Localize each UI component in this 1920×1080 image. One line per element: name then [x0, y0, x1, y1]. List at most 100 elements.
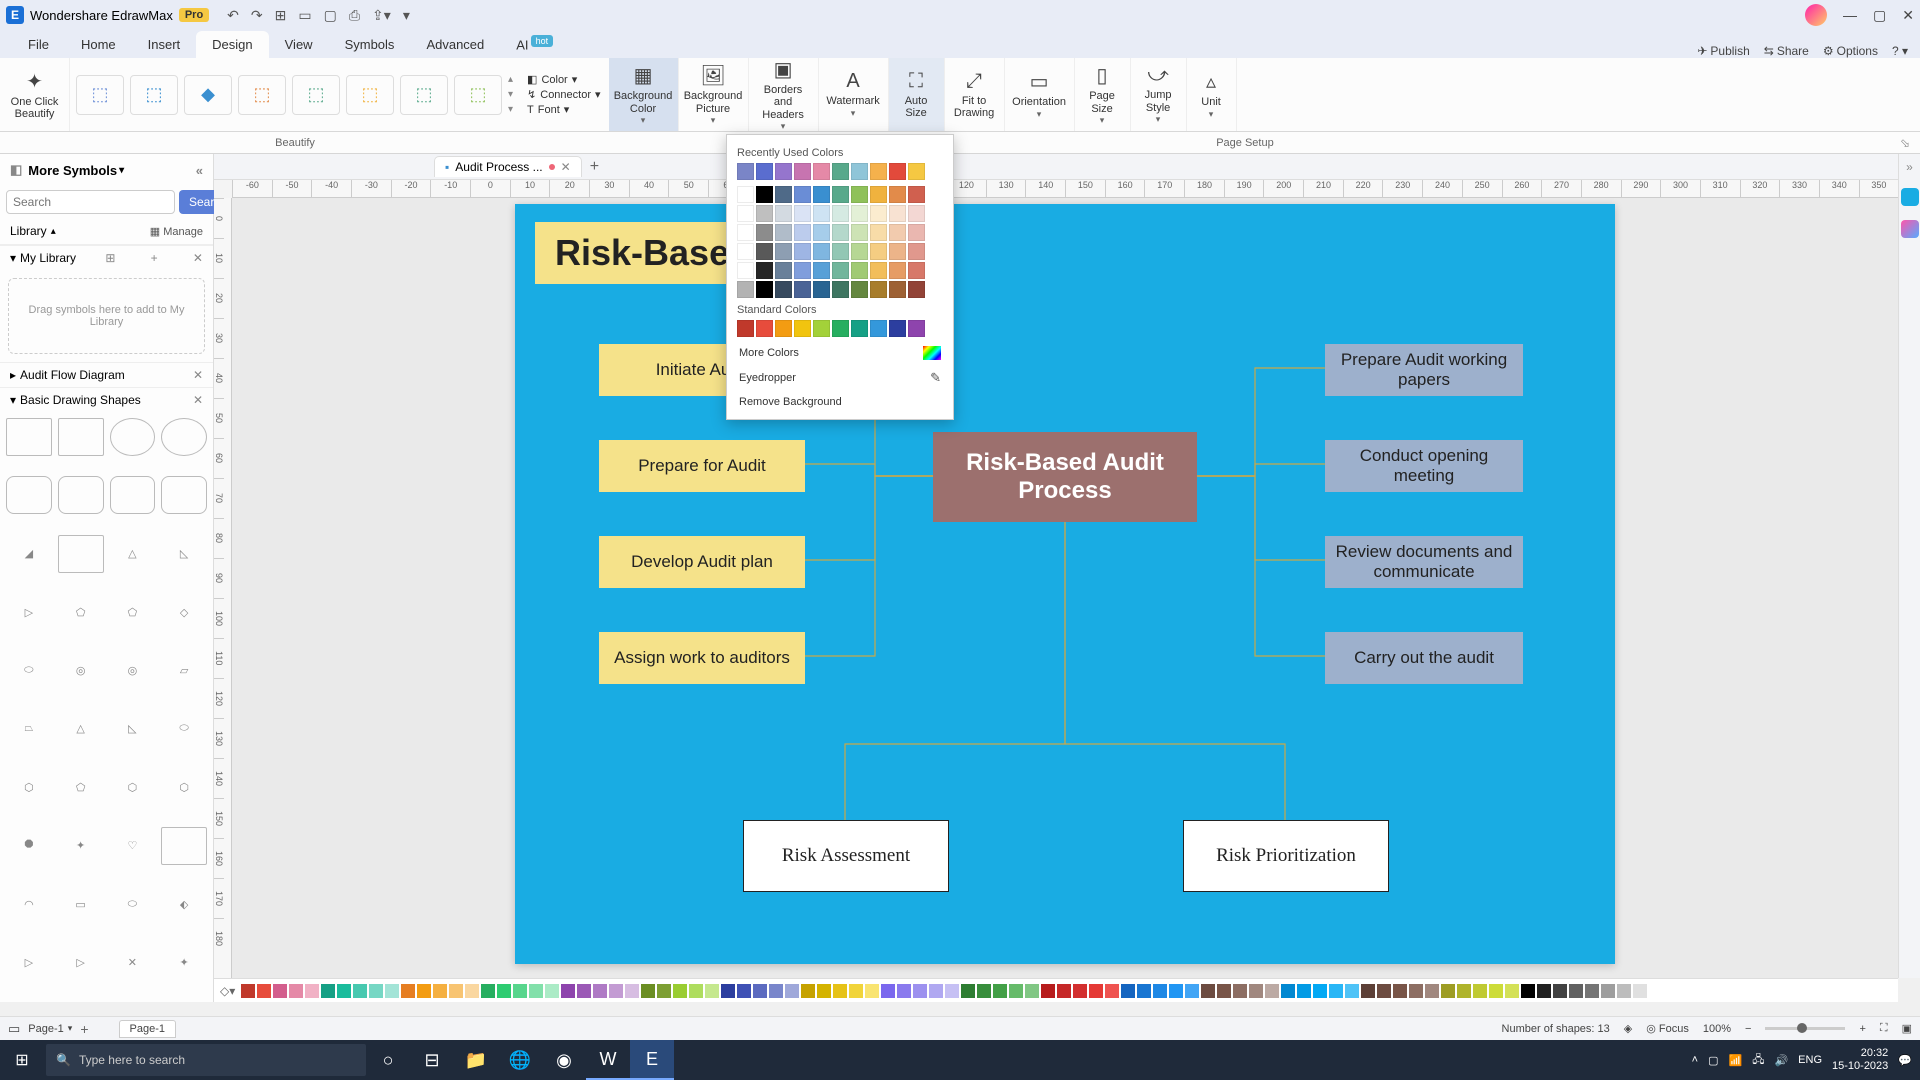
palette-swatch[interactable] — [1489, 984, 1503, 998]
palette-swatch[interactable] — [545, 984, 559, 998]
color-swatch[interactable] — [851, 243, 868, 260]
panel-collapse-icon[interactable]: ◧ — [10, 162, 22, 178]
palette-swatch[interactable] — [657, 984, 671, 998]
publish-button[interactable]: ✈ Publish — [1697, 44, 1749, 58]
color-swatch[interactable] — [908, 224, 925, 241]
palette-swatch[interactable] — [1057, 984, 1071, 998]
palette-swatch[interactable] — [1633, 984, 1647, 998]
node-develop[interactable]: Develop Audit plan — [599, 536, 805, 588]
edrawmax-icon[interactable]: E — [630, 1040, 674, 1080]
shape-donut2[interactable]: ◎ — [110, 652, 156, 690]
shape-star[interactable]: ✦ — [58, 827, 104, 865]
palette-swatch[interactable] — [465, 984, 479, 998]
palette-nofill-icon[interactable]: ◇▾ — [220, 984, 235, 998]
color-swatch[interactable] — [775, 163, 792, 180]
menu-design[interactable]: Design — [196, 31, 268, 58]
shape-roundrect[interactable] — [6, 476, 52, 514]
shape-roundrect3[interactable] — [110, 476, 156, 514]
watermark-button[interactable]: A Watermark ▾ — [819, 58, 889, 131]
color-swatch[interactable] — [756, 281, 773, 298]
palette-swatch[interactable] — [1265, 984, 1279, 998]
shape-arrow[interactable]: ▷ — [6, 944, 52, 982]
print-icon[interactable]: ⎙ — [349, 7, 360, 24]
menu-view[interactable]: View — [269, 31, 329, 58]
audit-flow-section[interactable]: Audit Flow Diagram — [20, 368, 125, 382]
shape-ellipse[interactable]: ⬭ — [6, 652, 52, 690]
panel-hide-icon[interactable]: « — [196, 163, 203, 178]
menu-home[interactable]: Home — [65, 31, 132, 58]
color-swatch[interactable] — [851, 262, 868, 279]
palette-swatch[interactable] — [1425, 984, 1439, 998]
jump-style-button[interactable]: ⤻ Jump Style ▾ — [1131, 58, 1187, 131]
color-swatch[interactable] — [832, 320, 849, 337]
shapes-section-close-icon[interactable]: ✕ — [193, 393, 203, 407]
color-swatch[interactable] — [756, 320, 773, 337]
mylib-close-icon[interactable]: ✕ — [193, 251, 203, 265]
palette-swatch[interactable] — [593, 984, 607, 998]
palette-swatch[interactable] — [481, 984, 495, 998]
node-prioritization[interactable]: Risk Prioritization — [1183, 820, 1389, 892]
palette-swatch[interactable] — [1185, 984, 1199, 998]
color-swatch[interactable] — [832, 281, 849, 298]
color-swatch[interactable] — [908, 320, 925, 337]
zoom-in-icon[interactable]: + — [1859, 1023, 1865, 1035]
palette-swatch[interactable] — [737, 984, 751, 998]
shape-hex[interactable]: ⬡ — [6, 768, 52, 806]
view-mode-icon[interactable]: ▣ — [1902, 1022, 1912, 1035]
task-view-icon[interactable]: ⊟ — [410, 1040, 454, 1080]
shape-square[interactable] — [6, 418, 52, 456]
share-button[interactable]: ⇆ Share — [1764, 44, 1809, 58]
menu-symbols[interactable]: Symbols — [329, 31, 411, 58]
palette-swatch[interactable] — [337, 984, 351, 998]
color-swatch[interactable] — [737, 243, 754, 260]
color-swatch[interactable] — [794, 243, 811, 260]
color-swatch[interactable] — [832, 205, 849, 222]
node-meeting[interactable]: Conduct opening meeting — [1325, 440, 1523, 492]
palette-swatch[interactable] — [609, 984, 623, 998]
unit-button[interactable]: ▵ Unit ▾ — [1187, 58, 1237, 131]
gallery-up-icon[interactable]: ▴ — [508, 74, 513, 85]
color-dropdown[interactable]: ◧ Color ▾ — [527, 73, 601, 86]
shape-tri4[interactable]: △ — [58, 710, 104, 748]
more-colors-option[interactable]: More Colors — [737, 341, 943, 365]
shape-frame[interactable] — [58, 535, 104, 573]
color-swatch[interactable] — [756, 262, 773, 279]
shape-pent3[interactable]: ⬠ — [58, 768, 104, 806]
palette-swatch[interactable] — [993, 984, 1007, 998]
taskbar-search[interactable]: 🔍 Type here to search — [46, 1044, 366, 1076]
color-swatch[interactable] — [832, 163, 849, 180]
palette-swatch[interactable] — [1025, 984, 1039, 998]
auto-size-button[interactable]: ⛶ Auto Size — [889, 58, 945, 131]
palette-swatch[interactable] — [1105, 984, 1119, 998]
palette-swatch[interactable] — [1297, 984, 1311, 998]
page[interactable]: Risk-Based A Initiate Audit Prepare for … — [515, 204, 1615, 964]
palette-swatch[interactable] — [1441, 984, 1455, 998]
node-prepare[interactable]: Prepare for Audit — [599, 440, 805, 492]
color-swatch[interactable] — [775, 205, 792, 222]
palette-swatch[interactable] — [561, 984, 575, 998]
color-swatch[interactable] — [832, 186, 849, 203]
palette-swatch[interactable] — [945, 984, 959, 998]
palette-swatch[interactable] — [1249, 984, 1263, 998]
shape-hex3[interactable]: ⬡ — [161, 768, 207, 806]
palette-swatch[interactable] — [1281, 984, 1295, 998]
color-swatch[interactable] — [756, 186, 773, 203]
palette-swatch[interactable] — [641, 984, 655, 998]
node-center[interactable]: Risk-Based Audit Process — [933, 432, 1197, 522]
color-swatch[interactable] — [870, 281, 887, 298]
page-view-icon[interactable]: ▭ — [8, 1021, 20, 1037]
color-swatch[interactable] — [775, 262, 792, 279]
tray-expand-icon[interactable]: ˄ — [1692, 1054, 1698, 1066]
palette-swatch[interactable] — [769, 984, 783, 998]
color-swatch[interactable] — [813, 281, 830, 298]
word-icon[interactable]: W — [586, 1040, 630, 1080]
undo-icon[interactable]: ↶ — [227, 7, 239, 24]
palette-swatch[interactable] — [1521, 984, 1535, 998]
symbol-search-input[interactable] — [6, 190, 175, 214]
palette-swatch[interactable] — [1137, 984, 1151, 998]
canvas[interactable]: Risk-Based A Initiate Audit Prepare for … — [232, 198, 1898, 978]
color-swatch[interactable] — [794, 281, 811, 298]
options-button[interactable]: ⚙ Options — [1823, 44, 1878, 58]
shape-burst[interactable]: ✕ — [110, 944, 156, 982]
palette-swatch[interactable] — [1601, 984, 1615, 998]
